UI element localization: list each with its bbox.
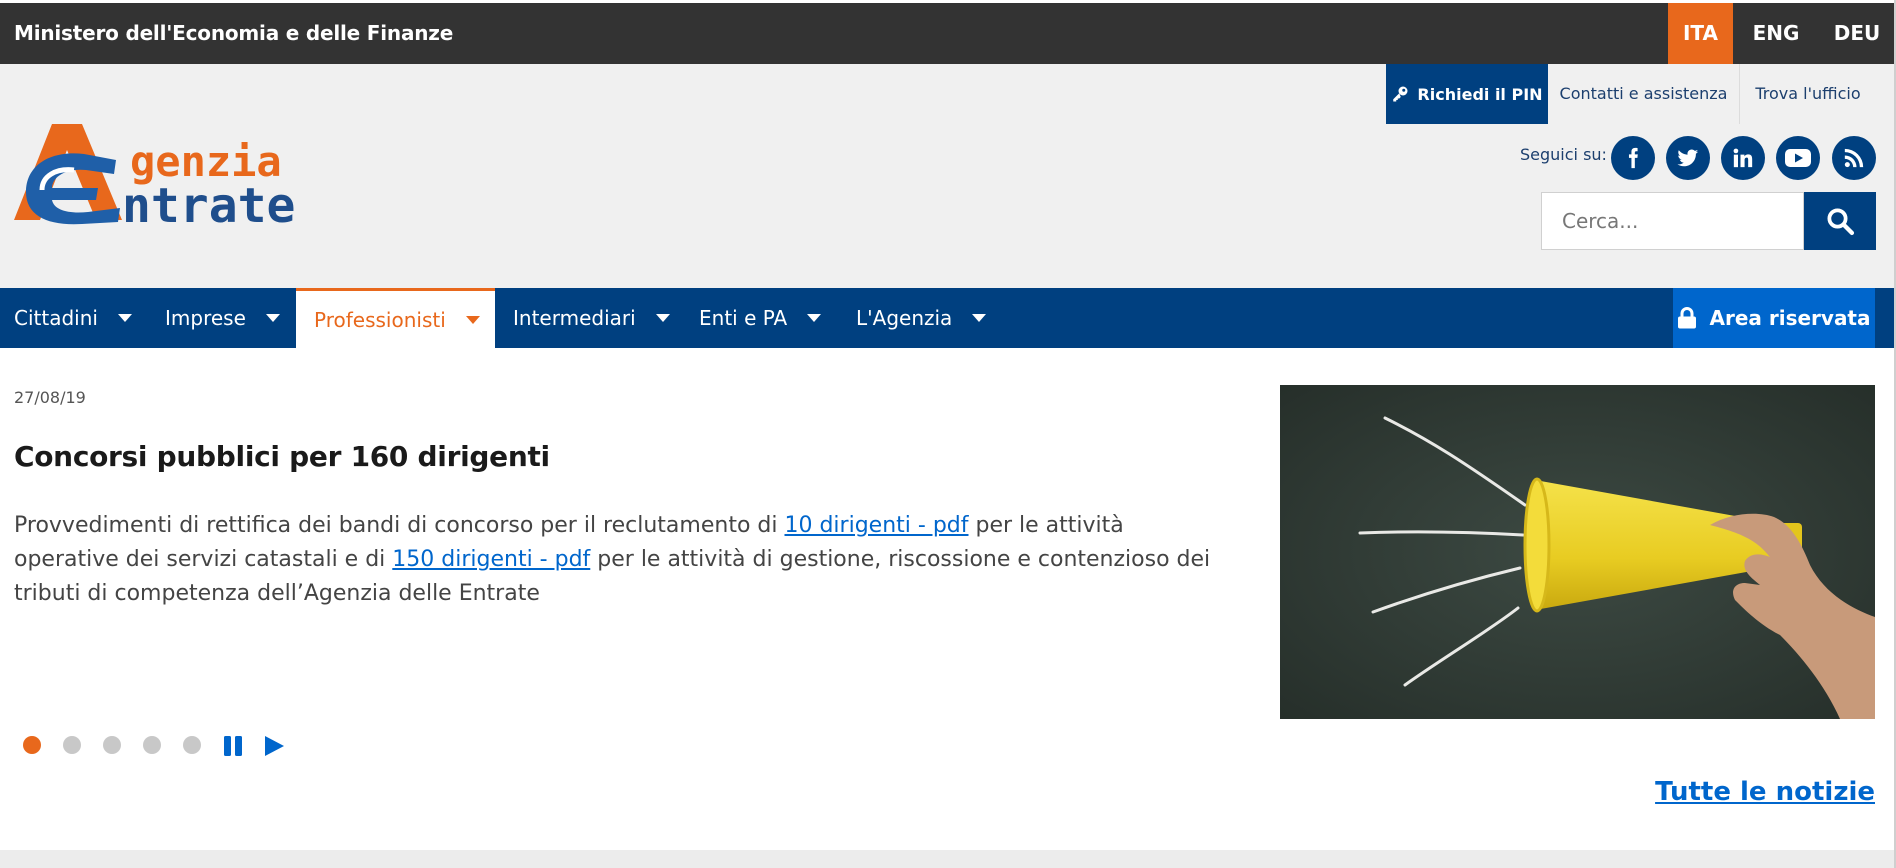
request-pin-button[interactable]: Richiedi il PIN [1386, 64, 1548, 124]
lock-icon [1678, 307, 1697, 329]
rss-icon[interactable] [1832, 136, 1876, 180]
carousel-dot-2[interactable] [63, 736, 81, 754]
news-title[interactable]: Concorsi pubblici per 160 dirigenti [14, 440, 550, 473]
carousel-dot-1[interactable] [23, 736, 41, 754]
play-icon[interactable] [263, 735, 285, 761]
top-bar: Ministero dell'Economia e delle Finanze … [0, 3, 1894, 64]
linkedin-icon[interactable] [1721, 136, 1765, 180]
nav-agenzia[interactable]: L'Agenzia [838, 288, 998, 348]
caret-down-icon [807, 314, 822, 322]
request-pin-label: Richiedi il PIN [1417, 84, 1543, 104]
search-icon [1827, 208, 1855, 236]
lang-eng[interactable]: ENG [1741, 3, 1811, 64]
lang-ita[interactable]: ITA [1668, 3, 1733, 64]
nav-label: Cittadini [14, 306, 98, 330]
agenzia-entrate-logo[interactable]: genzia ntrate [12, 120, 342, 234]
logo-line2: ntrate [122, 178, 295, 230]
nav-enti-pa[interactable]: Enti e PA [681, 288, 838, 348]
carousel-dot-5[interactable] [183, 736, 201, 754]
search-input[interactable] [1541, 192, 1804, 250]
nav-imprese[interactable]: Imprese [151, 288, 296, 348]
nav-professionisti[interactable]: Professionisti [296, 288, 495, 348]
section-divider [0, 850, 1896, 868]
news-body: Provvedimenti di rettifica dei bandi di … [14, 509, 1224, 611]
pdf-link-10-dirigenti[interactable]: 10 dirigenti - pdf [784, 513, 968, 538]
megaphone-image [1280, 385, 1875, 719]
caret-down-icon [117, 314, 132, 322]
facebook-icon[interactable] [1611, 136, 1655, 180]
find-office-link[interactable]: Trova l'ufficio [1740, 64, 1876, 124]
all-news-link[interactable]: Tutte le notizie [1655, 777, 1875, 807]
nav-label: Enti e PA [699, 306, 788, 330]
nav-label: Professionisti [314, 307, 446, 332]
key-icon [1393, 86, 1408, 102]
caret-down-icon [265, 314, 280, 322]
caret-down-icon [972, 314, 987, 322]
youtube-icon[interactable] [1776, 136, 1820, 180]
nav-label: Intermediari [513, 306, 636, 330]
twitter-icon[interactable] [1666, 136, 1710, 180]
main-nav: Cittadini Imprese Professionisti Interme… [0, 288, 1894, 348]
lang-deu[interactable]: DEU [1820, 3, 1894, 64]
caret-down-icon [655, 314, 670, 322]
ministry-name[interactable]: Ministero dell'Economia e delle Finanze [14, 3, 453, 64]
nav-intermediari[interactable]: Intermediari [495, 288, 681, 348]
carousel-dot-4[interactable] [143, 736, 161, 754]
follow-us-label: Seguici su: [1520, 145, 1607, 164]
carousel-dot-3[interactable] [103, 736, 121, 754]
nav-cittadini[interactable]: Cittadini [0, 288, 151, 348]
reserved-area-label: Area riservata [1709, 306, 1871, 330]
pdf-link-150-dirigenti[interactable]: 150 dirigenti - pdf [392, 547, 590, 572]
news-body-text: Provvedimenti di rettifica dei bandi di … [14, 513, 785, 538]
nav-label: L'Agenzia [856, 306, 953, 330]
caret-down-icon [465, 315, 480, 324]
nav-label: Imprese [165, 306, 246, 330]
pause-icon[interactable] [222, 735, 244, 761]
search-button[interactable] [1804, 192, 1876, 250]
news-date: 27/08/19 [14, 388, 86, 407]
reserved-area-button[interactable]: Area riservata [1673, 288, 1875, 348]
contacts-link[interactable]: Contatti e assistenza [1548, 64, 1739, 124]
